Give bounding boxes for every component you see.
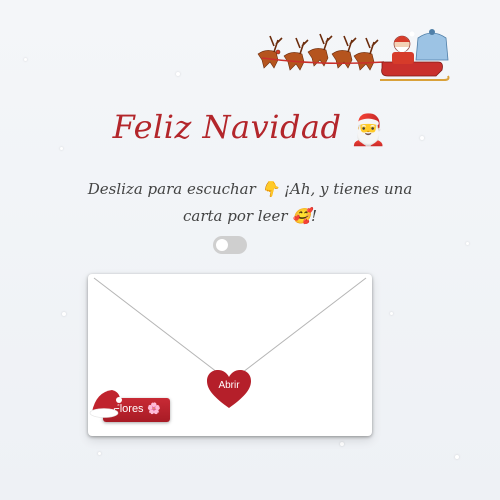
page-title-text: Feliz Navidad [112, 108, 342, 146]
snowflake [390, 312, 393, 315]
snowflake [466, 242, 469, 245]
snowflake [176, 72, 180, 76]
snowflake [62, 312, 66, 316]
snowflake [98, 452, 101, 455]
open-letter-label: Abrir [218, 380, 240, 391]
music-toggle[interactable] [213, 236, 247, 254]
cherry-blossom-icon: 🌸 [147, 402, 161, 415]
santa-sleigh-reindeer-icon [257, 29, 450, 81]
page-title: Feliz Navidad 🎅 [0, 108, 500, 148]
subtitle: Desliza para escuchar 👇 ¡Ah, y tienes un… [87, 180, 413, 225]
open-letter-button[interactable]: Abrir [205, 368, 253, 410]
snowflake [24, 58, 27, 61]
toggle-knob [216, 239, 228, 251]
snowflake [455, 455, 459, 459]
snowflake [340, 442, 344, 446]
santa-face-icon: 🎅 [349, 113, 388, 148]
santa-hat-icon [89, 390, 122, 418]
